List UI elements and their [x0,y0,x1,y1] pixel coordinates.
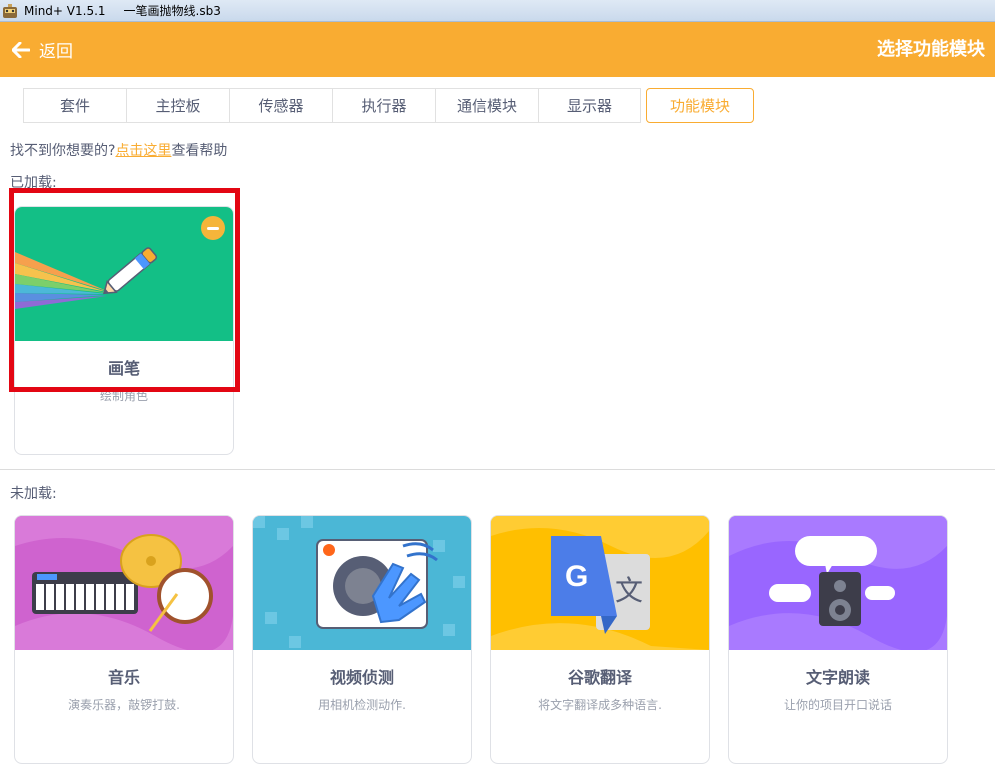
speaker-speech-icon [729,516,947,650]
tab-sensors[interactable]: 传感器 [229,88,332,123]
tab-functions[interactable]: 功能模块 [646,88,754,123]
window-titlebar: Mind+ V1.5.1 一笔画抛物线.sb3 [0,0,995,22]
not-loaded-section-label: 未加载: [10,486,57,502]
svg-text:G: G [565,560,588,593]
extension-card-translate[interactable]: G 文 谷歌翻译 将文字翻译成多种语言. [490,515,710,764]
page-header: 返回 选择功能模块 [0,22,995,77]
tab-communication[interactable]: 通信模块 [435,88,538,123]
extension-desc: 用相机检测动作. [318,698,406,712]
extension-desc: 将文字翻译成多种语言. [538,698,662,712]
extension-card-pen[interactable]: 画笔 绘制角色 [14,206,234,455]
music-instruments-icon [15,516,233,650]
tab-kit[interactable]: 套件 [23,88,126,123]
video-extension-image [253,516,471,650]
back-button[interactable]: 返回 [12,37,73,62]
loaded-section-label: 已加载: [10,175,57,191]
remove-extension-button[interactable] [201,216,225,240]
extension-name: 视频侦测 [329,668,394,687]
app-logo-icon [3,3,17,18]
window-file-name: 一笔画抛物线.sb3 [123,4,221,18]
extension-card-text-to-speech[interactable]: 文字朗读 让你的项目开口说话 [728,515,948,764]
extension-desc: 演奏乐器，敲锣打鼓. [68,698,180,712]
back-label: 返回 [39,42,73,62]
help-link[interactable]: 点击这里 [115,143,171,159]
extension-desc: 绘制角色 [99,389,148,403]
help-text: 找不到你想要的?点击这里查看帮助 [10,140,227,160]
music-extension-image [15,516,233,650]
category-tabs: 套件 主控板 传感器 执行器 通信模块 显示器 功能模块 [23,88,754,123]
tab-mainboard[interactable]: 主控板 [126,88,229,123]
minus-icon [207,226,219,230]
svg-text:文: 文 [615,574,643,607]
extension-name: 画笔 [107,359,140,378]
tab-displays[interactable]: 显示器 [538,88,641,123]
extension-desc: 让你的项目开口说话 [783,698,892,712]
tts-extension-image [729,516,947,650]
extension-name: 谷歌翻译 [567,668,632,687]
camera-hand-icon [253,516,465,648]
window-app-name: Mind+ V1.5.1 [24,3,106,18]
extension-name: 文字朗读 [805,668,870,687]
extension-name: 音乐 [107,668,140,687]
help-prefix: 找不到你想要的? [10,143,116,159]
page-title: 选择功能模块 [877,39,985,60]
pen-extension-image [15,207,233,341]
extension-card-video-sensing[interactable]: 视频侦测 用相机检测动作. [252,515,472,764]
section-divider [0,469,995,470]
extension-card-music[interactable]: 音乐 演奏乐器，敲锣打鼓. [14,515,234,764]
help-suffix: 查看帮助 [171,143,228,159]
translate-icon: G 文 [491,516,709,650]
tab-actuators[interactable]: 执行器 [332,88,435,123]
arrow-left-icon [12,41,30,58]
translate-extension-image: G 文 [491,516,709,650]
